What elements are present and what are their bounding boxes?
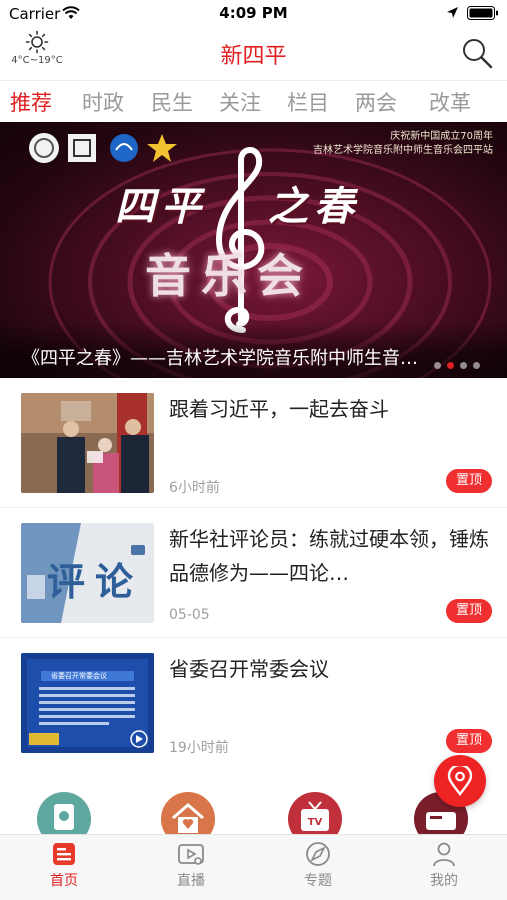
tabbar-label: 专题 <box>304 873 332 889</box>
pinned-badge: 置顶 <box>446 469 492 493</box>
carousel-dot-active[interactable] <box>447 362 454 369</box>
home-heart-icon <box>172 803 204 833</box>
tabbar-label: 首页 <box>50 873 78 889</box>
home-news-icon <box>53 843 75 865</box>
banner-caption: 《四平之春》——吉林艺术学院音乐附中师生音乐会四平站 <box>22 348 422 369</box>
tabbar-topics[interactable]: 专题 <box>278 841 358 890</box>
live-video-icon <box>178 844 204 865</box>
banner-topline-2: 吉林艺术学院音乐附中师生音乐会四平站 <box>313 145 493 156</box>
tab-recommend[interactable]: 推荐 <box>10 87 52 117</box>
tabbar-label: 直播 <box>177 873 205 889</box>
battery-icon <box>467 6 498 20</box>
service-shortcut-1[interactable] <box>37 792 91 838</box>
category-tabs: 推荐 时政 民生 关注 栏目 两会 改革 <box>0 80 507 122</box>
news-item[interactable]: 评论 新华社评论员：练就过硬本领，锤炼品德修为——四论… 05-05 置顶 <box>0 508 507 638</box>
profile-icon <box>433 842 455 867</box>
sponsor-logos <box>29 133 177 163</box>
location-pin-icon <box>447 766 473 796</box>
chat-phone-icon <box>54 804 74 830</box>
carousel-dot[interactable] <box>434 362 441 369</box>
news-thumbnail: 评论 <box>21 523 154 623</box>
search-icon[interactable] <box>460 36 494 70</box>
news-thumbnail <box>21 393 154 493</box>
banner-headline-left: 四平 <box>115 184 207 230</box>
service-shortcut-3[interactable]: TV <box>288 792 342 838</box>
clock: 4:09 PM <box>219 4 288 22</box>
service-shortcut-2[interactable] <box>161 792 215 838</box>
banner-carousel[interactable]: 庆祝新中国成立70周年 吉林艺术学院音乐附中师生音乐会四平站 四平 之春 音乐会… <box>0 122 507 378</box>
photo-thumbnail-image <box>21 393 154 493</box>
tab-columns[interactable]: 栏目 <box>287 87 329 117</box>
bottom-tab-bar: 首页 直播 专题 我的 <box>0 834 507 900</box>
app-title: 新四平 <box>220 44 287 69</box>
carousel-dot[interactable] <box>473 362 480 369</box>
news-time: 05-05 <box>169 607 210 623</box>
svg-text:TV: TV <box>308 817 323 828</box>
broadcast-thumbnail-image <box>21 653 154 753</box>
news-title: 省委召开常委会议 <box>169 657 329 681</box>
tab-livelihood[interactable]: 民生 <box>151 87 193 117</box>
app-header: 4°C~19°C 新四平 <box>0 28 507 78</box>
news-time: 6小时前 <box>169 480 220 496</box>
commentary-thumb-text: 评论 <box>47 560 144 604</box>
tabbar-home[interactable]: 首页 <box>24 841 104 890</box>
service-shortcuts: TV <box>0 790 507 838</box>
location-fab[interactable] <box>434 755 486 807</box>
banner-headline-right: 之春 <box>268 184 360 230</box>
banner-topline-1: 庆祝新中国成立70周年 <box>390 131 493 142</box>
banner-topline: 庆祝新中国成立70周年 吉林艺术学院音乐附中师生音乐会四平站 <box>313 130 493 158</box>
tab-focus[interactable]: 关注 <box>219 87 261 117</box>
broadcast-thumb-text: 省委召开常委会议 <box>51 672 107 680</box>
news-thumbnail: 省委召开常委会议 <box>21 653 154 753</box>
pinned-badge: 置顶 <box>446 599 492 623</box>
tabbar-label: 我的 <box>430 873 458 889</box>
carousel-indicator <box>434 354 486 373</box>
tab-politics[interactable]: 时政 <box>82 87 124 117</box>
news-title: 跟着习近平，一起去奋斗 <box>169 397 389 421</box>
tv-icon: TV <box>301 801 329 831</box>
news-item[interactable]: 省委召开常委会议 省委召开常委会议 19小时前 置顶 <box>0 638 507 768</box>
carousel-dot[interactable] <box>460 362 467 369</box>
news-title: 新华社评论员：练就过硬本领，锤炼品德修为——四论… <box>169 527 489 585</box>
pinned-badge: 置顶 <box>446 729 492 753</box>
tabbar-live[interactable]: 直播 <box>151 841 231 890</box>
status-bar: Carrier 4:09 PM <box>0 0 507 28</box>
news-time: 19小时前 <box>169 740 229 756</box>
tab-reform[interactable]: 改革 <box>429 87 471 117</box>
topic-compass-icon <box>306 842 330 866</box>
tab-two-sessions[interactable]: 两会 <box>355 87 397 117</box>
location-arrow-icon <box>447 7 458 18</box>
banner-headline-bottom: 音乐会 <box>145 249 313 303</box>
tabbar-profile[interactable]: 我的 <box>404 841 484 890</box>
news-item[interactable]: 跟着习近平，一起去奋斗 6小时前 置顶 <box>0 378 507 508</box>
